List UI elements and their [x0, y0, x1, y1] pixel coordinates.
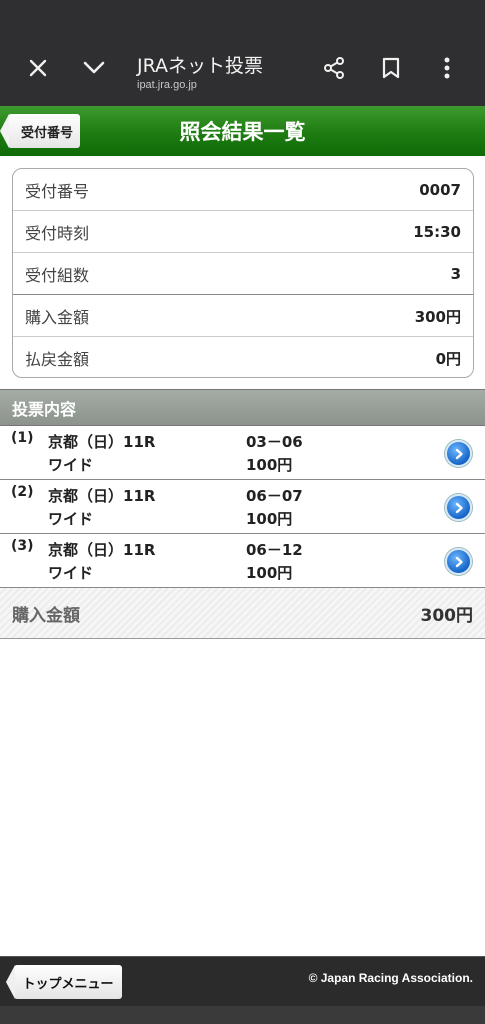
section-header: 投票内容: [0, 389, 485, 426]
bet-combination: 03－06: [246, 433, 303, 451]
row-label: 払戻金額: [25, 350, 90, 369]
receipt-row-purchase: 購入金額 300円: [13, 295, 473, 337]
row-label: 受付組数: [25, 266, 90, 285]
bet-row[interactable]: (2) 京都（日）11R ワイド 06－07 100円: [0, 480, 485, 534]
row-value: 3: [450, 265, 461, 283]
receipt-summary: 受付番号 0007 受付時刻 15:30 受付組数 3 購入金額 300円 払戻…: [12, 168, 474, 378]
row-value: 15:30: [413, 223, 461, 241]
more-vert-icon[interactable]: [433, 54, 461, 82]
bookmark-icon[interactable]: [377, 54, 405, 82]
receipt-row-payout: 払戻金額 0円: [13, 337, 473, 379]
copyright: © Japan Racing Association.: [308, 971, 473, 985]
bet-index: (1): [11, 430, 34, 446]
bet-type: ワイド: [48, 564, 94, 582]
receipt-row-count: 受付組数 3: [13, 253, 473, 295]
row-value: 300円: [414, 307, 461, 326]
bet-amount: 100円: [246, 510, 293, 528]
browser-toolbar: JRAネット投票 ipat.jra.go.jp: [0, 0, 485, 106]
browser-url: ipat.jra.go.jp: [137, 79, 197, 91]
page-title: 照会結果一覧: [179, 120, 306, 144]
bet-race: 京都（日）11R: [48, 487, 156, 505]
row-label: 受付時刻: [25, 224, 90, 243]
browser-page-title: JRAネット投票: [137, 55, 264, 77]
bet-index: (2): [11, 484, 34, 500]
chevron-right-icon[interactable]: [445, 548, 472, 575]
bet-race: 京都（日）11R: [48, 541, 156, 559]
bet-amount: 100円: [246, 456, 293, 474]
row-value: 0円: [435, 349, 461, 368]
chevron-right-icon[interactable]: [445, 440, 472, 467]
chevron-right-icon[interactable]: [445, 494, 472, 521]
total-value: 300円: [420, 605, 474, 626]
row-label: 受付番号: [25, 182, 90, 201]
row-label: 購入金額: [25, 308, 90, 327]
receipt-row-number: 受付番号 0007: [13, 169, 473, 211]
bet-race: 京都（日）11R: [48, 433, 156, 451]
bet-type: ワイド: [48, 456, 94, 474]
bet-combination: 06－07: [246, 487, 303, 505]
total-row: 購入金額 300円: [0, 588, 485, 639]
receipt-row-time: 受付時刻 15:30: [13, 211, 473, 253]
bet-row[interactable]: (1) 京都（日）11R ワイド 03－06 100円: [0, 426, 485, 480]
total-label: 購入金額: [12, 605, 80, 626]
bet-index: (3): [11, 538, 34, 554]
bet-row[interactable]: (3) 京都（日）11R ワイド 06－12 100円: [0, 534, 485, 588]
top-menu-button[interactable]: トップメニュー: [6, 965, 122, 999]
system-nav-bar: [0, 1006, 485, 1024]
bet-type: ワイド: [48, 510, 94, 528]
chevron-down-icon[interactable]: [80, 54, 108, 82]
row-value: 0007: [419, 181, 461, 199]
share-icon[interactable]: [320, 54, 348, 82]
bet-amount: 100円: [246, 564, 293, 582]
close-icon[interactable]: [24, 54, 52, 82]
bet-combination: 06－12: [246, 541, 303, 559]
